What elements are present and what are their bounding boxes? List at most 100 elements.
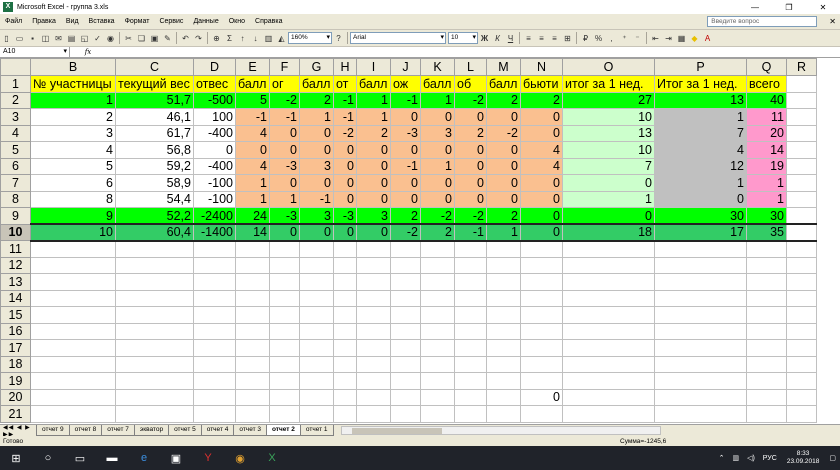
search-icon[interactable]: ○ (32, 446, 64, 470)
file-explorer-icon[interactable]: ▬ (96, 446, 128, 470)
cell[interactable] (520, 256, 563, 274)
cell[interactable] (786, 372, 817, 390)
cell[interactable]: 2 (486, 91, 521, 109)
cell[interactable]: 1 (30, 91, 116, 109)
cell[interactable]: 0 (299, 141, 334, 159)
cell[interactable] (30, 289, 116, 307)
cell[interactable] (235, 355, 270, 373)
cell[interactable] (333, 240, 357, 258)
autosum-icon[interactable]: Σ (224, 33, 235, 44)
name-box[interactable]: A10 (0, 46, 70, 58)
column-header[interactable]: R (786, 58, 817, 76)
cell[interactable] (356, 339, 391, 357)
cell[interactable]: 52,2 (115, 207, 194, 225)
cell[interactable] (486, 372, 521, 390)
cell[interactable] (654, 306, 747, 324)
font-select[interactable]: Arial (350, 32, 446, 44)
cell[interactable] (746, 322, 787, 340)
row-header[interactable]: 19 (0, 372, 31, 390)
excel-taskbar-icon[interactable]: X (256, 446, 288, 470)
cell[interactable]: 0 (390, 141, 421, 159)
cell[interactable] (454, 256, 487, 274)
cell[interactable] (420, 256, 455, 274)
percent-icon[interactable]: % (593, 33, 604, 44)
cell[interactable]: 0 (420, 174, 455, 192)
cell[interactable] (420, 339, 455, 357)
cell[interactable] (235, 256, 270, 274)
email-icon[interactable]: ✉ (53, 33, 64, 44)
cell[interactable] (420, 388, 455, 406)
cell[interactable] (299, 388, 334, 406)
cell[interactable] (30, 273, 116, 291)
cell[interactable]: 0 (520, 388, 563, 406)
row-header[interactable]: 10 (0, 223, 31, 241)
cell[interactable]: 0 (356, 223, 391, 242)
formula-input[interactable] (106, 47, 840, 57)
cell[interactable] (235, 289, 270, 307)
column-header[interactable]: E (235, 58, 270, 76)
cell[interactable]: -400 (193, 124, 236, 142)
cell[interactable]: текущий вес (115, 75, 194, 93)
cell[interactable] (520, 372, 563, 390)
cell[interactable]: итог за 1 нед. (562, 75, 655, 93)
cell[interactable]: 60,4 (115, 223, 194, 242)
cell[interactable]: 1 (420, 157, 455, 175)
yandex-browser-icon[interactable]: Y (192, 446, 224, 470)
cell[interactable]: 0 (562, 207, 655, 225)
cell[interactable] (420, 322, 455, 340)
cell[interactable]: 0 (356, 190, 391, 208)
cell[interactable] (30, 322, 116, 340)
cell[interactable]: балл (420, 75, 455, 93)
cell[interactable]: -100 (193, 190, 236, 208)
cell[interactable]: 4 (30, 141, 116, 159)
cell[interactable]: 0 (486, 157, 521, 175)
cell[interactable]: 51,7 (115, 91, 194, 109)
cell[interactable]: -1 (299, 190, 334, 208)
column-header[interactable]: C (115, 58, 194, 76)
cell[interactable]: 4 (235, 124, 270, 142)
cell[interactable]: 4 (654, 141, 747, 159)
cell[interactable] (390, 355, 421, 373)
cell[interactable]: 3 (299, 157, 334, 175)
cell[interactable] (356, 240, 391, 258)
cell[interactable] (786, 141, 817, 159)
cell[interactable] (786, 190, 817, 208)
cell[interactable]: 14 (746, 141, 787, 159)
cell[interactable]: 10 (30, 223, 116, 242)
cell[interactable] (520, 240, 563, 258)
clock[interactable]: 8:33 23.09.2018 (781, 450, 826, 466)
paste-icon[interactable]: ▣ (149, 33, 160, 44)
cell[interactable] (520, 306, 563, 324)
cell[interactable] (333, 339, 357, 357)
cell[interactable] (235, 306, 270, 324)
cell[interactable] (486, 405, 521, 423)
cell[interactable] (520, 322, 563, 340)
cell[interactable] (454, 240, 487, 258)
cell[interactable]: 0 (390, 174, 421, 192)
cell[interactable]: 10 (562, 108, 655, 126)
cell[interactable]: 3 (299, 207, 334, 225)
cell[interactable]: 19 (746, 157, 787, 175)
cell[interactable]: -400 (193, 157, 236, 175)
cell[interactable]: -2 (454, 207, 487, 225)
cell[interactable] (269, 240, 300, 258)
cell[interactable] (269, 289, 300, 307)
cell[interactable]: -1 (269, 108, 300, 126)
column-header[interactable]: P (654, 58, 747, 76)
spelling-icon[interactable]: ✓ (92, 33, 103, 44)
cell[interactable] (269, 372, 300, 390)
cell[interactable] (333, 372, 357, 390)
cell[interactable] (420, 240, 455, 258)
cell[interactable] (193, 355, 236, 373)
cell[interactable]: 0 (654, 190, 747, 208)
cell[interactable]: Итог за 1 нед. (654, 75, 747, 93)
cell[interactable]: 59,2 (115, 157, 194, 175)
cell[interactable] (786, 273, 817, 291)
increase-indent-icon[interactable]: ⇥ (663, 33, 674, 44)
row-header[interactable]: 15 (0, 306, 31, 324)
cell[interactable]: 1 (654, 108, 747, 126)
cell[interactable] (562, 322, 655, 340)
cell[interactable]: 1 (654, 174, 747, 192)
cell[interactable] (115, 355, 194, 373)
decrease-decimal-icon[interactable]: ⁻ (632, 33, 643, 44)
